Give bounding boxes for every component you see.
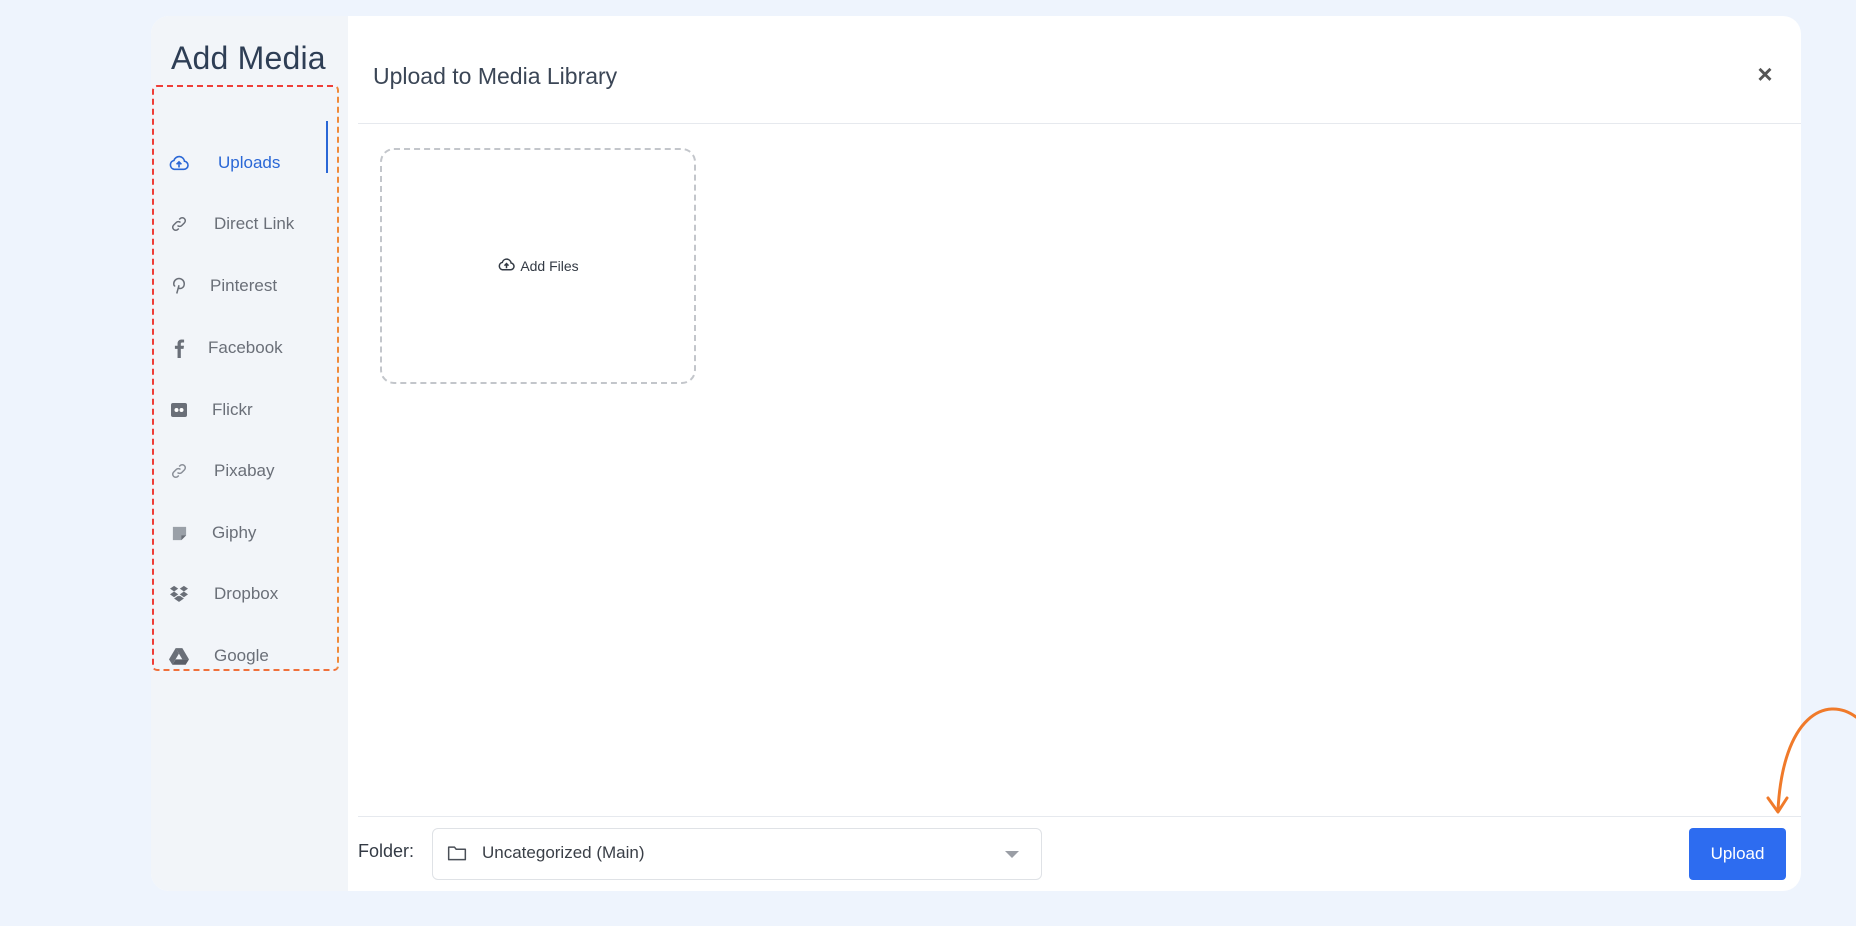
folder-select[interactable]: Uncategorized (Main) (432, 828, 1042, 880)
pinterest-icon (168, 275, 190, 297)
sidebar-item-label: Flickr (212, 400, 253, 419)
sidebar-item-uploads[interactable]: Uploads (151, 137, 337, 189)
sidebar-item-dropbox[interactable]: Dropbox (151, 568, 337, 620)
add-files-dropzone[interactable]: Add Files (380, 148, 696, 384)
sidebar-item-google[interactable]: Google (151, 630, 337, 682)
link-icon (168, 213, 190, 235)
sidebar-item-facebook[interactable]: Facebook (151, 322, 337, 374)
close-button[interactable]: × (1751, 60, 1779, 88)
cloud-upload-icon (168, 152, 190, 174)
pixabay-icon (168, 460, 190, 482)
sidebar-item-label: Facebook (208, 338, 283, 357)
sidebar-item-label: Direct Link (214, 214, 295, 233)
dropbox-icon (168, 583, 190, 605)
sidebar-item-label: Dropbox (214, 584, 279, 603)
add-files-label: Add Files (520, 258, 579, 274)
folder-icon (447, 844, 467, 867)
sidebar-title: Add Media (171, 40, 326, 76)
giphy-icon (168, 522, 190, 544)
sidebar-item-pixabay[interactable]: Pixabay (151, 445, 337, 497)
add-media-modal: Add Media Uploads Direct Link Pinterest (151, 16, 1801, 891)
sidebar-item-label: Pixabay (214, 461, 275, 480)
sidebar: Add Media Uploads Direct Link Pinterest (151, 16, 348, 891)
footer-divider (358, 816, 1801, 817)
facebook-icon (168, 337, 190, 359)
sidebar-item-pinterest[interactable]: Pinterest (151, 260, 337, 312)
sidebar-item-label: Giphy (212, 523, 257, 542)
sidebar-item-giphy[interactable]: Giphy (151, 507, 337, 559)
chevron-down-icon (1005, 851, 1019, 858)
sidebar-item-label: Google (214, 646, 269, 665)
google-drive-icon (168, 645, 190, 667)
sidebar-item-flickr[interactable]: Flickr (151, 384, 337, 436)
main-panel: Upload to Media Library × Add Files Fold… (348, 16, 1801, 891)
flickr-icon (168, 399, 190, 421)
folder-select-value: Uncategorized (Main) (482, 843, 645, 862)
annotation-arrow-icon (1766, 707, 1856, 814)
sidebar-item-direct-link[interactable]: Direct Link (151, 198, 337, 250)
upload-button[interactable]: Upload (1689, 828, 1786, 880)
folder-label: Folder: (358, 841, 415, 861)
header-divider (358, 123, 1801, 124)
cloud-upload-icon (497, 257, 516, 275)
sidebar-item-label: Uploads (218, 153, 281, 172)
sidebar-item-label: Pinterest (210, 276, 278, 295)
page-title: Upload to Media Library (373, 63, 618, 89)
